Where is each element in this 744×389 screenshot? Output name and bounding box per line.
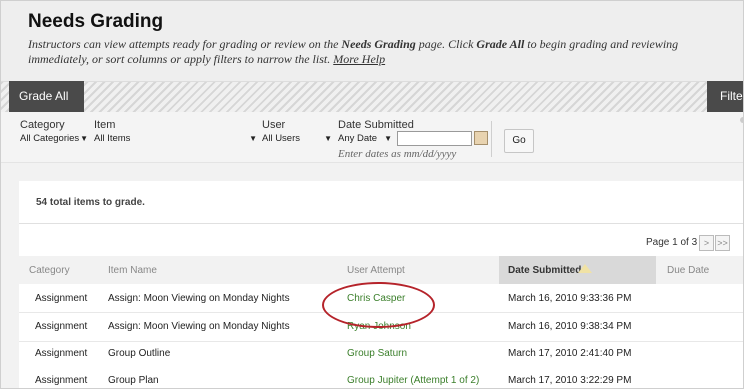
needs-grading-page: Needs Grading Instructors can view attem… — [0, 0, 744, 389]
date-submitted-label: Date Submitted — [508, 265, 582, 276]
date-input[interactable] — [397, 131, 472, 146]
category-select[interactable]: All Categories ▼ — [20, 132, 90, 146]
chevron-down-icon: ▼ — [249, 134, 257, 143]
page-indicator: Page 1 of 3 — [646, 237, 698, 248]
go-button[interactable]: Go — [504, 129, 534, 153]
chevron-down-icon: ▼ — [384, 134, 392, 143]
row-date-submitted: March 17, 2010 2:41:40 PM — [508, 348, 632, 359]
row-item-name: Assign: Moon Viewing on Monday Nights — [108, 321, 290, 332]
desc-emphasis-needs-grading: Needs Grading — [341, 37, 416, 51]
row-item-name: Group Plan — [108, 375, 159, 386]
row-item-name: Group Outline — [108, 348, 171, 359]
category-select-value: All Categories — [20, 133, 80, 144]
chevron-down-icon: ▼ — [324, 134, 332, 143]
desc-text: Instructors can view attempts ready for … — [28, 37, 342, 51]
row-category: Assignment — [35, 375, 88, 386]
date-operator-select[interactable]: Any Date ▼ — [338, 132, 394, 146]
desc-emphasis-grade-all: Grade All — [476, 37, 525, 51]
filter-button[interactable]: Filter — [707, 81, 743, 112]
column-header-item-name[interactable]: Item Name — [108, 265, 157, 276]
total-items-count: 54 total items to grade. — [36, 197, 145, 208]
row-user-attempt-link[interactable]: Group Jupiter (Attempt 1 of 2) — [347, 375, 479, 386]
item-filter-label: Item — [94, 119, 116, 131]
row-date-submitted: March 16, 2010 9:33:36 PM — [508, 293, 632, 304]
column-header-user-attempt[interactable]: User Attempt — [347, 265, 405, 276]
divider — [19, 223, 743, 224]
date-filter-label: Date Submitted — [338, 119, 414, 131]
annotation-circle — [322, 282, 435, 328]
date-operator-value: Any Date — [338, 133, 378, 144]
sort-ascending-icon — [578, 264, 592, 273]
desc-text: page. Click — [415, 37, 477, 51]
item-select-value: All Items — [94, 133, 131, 144]
page-header: Needs Grading Instructors can view attem… — [1, 1, 743, 81]
row-date-submitted: March 16, 2010 9:38:34 PM — [508, 321, 632, 332]
panel-handle-icon — [740, 117, 743, 123]
more-help-link[interactable]: More Help — [333, 52, 385, 66]
page-description: Instructors can view attempts ready for … — [28, 37, 733, 67]
row-category: Assignment — [35, 293, 88, 304]
grade-all-button[interactable]: Grade All — [9, 81, 84, 112]
row-item-name: Assign: Moon Viewing on Monday Nights — [108, 293, 290, 304]
user-select-value: All Users — [262, 133, 301, 144]
row-category: Assignment — [35, 348, 88, 359]
category-filter-label: Category — [20, 119, 65, 131]
date-format-hint: Enter dates as mm/dd/yyyy — [338, 148, 457, 160]
row-user-attempt-link[interactable]: Group Saturn — [347, 348, 407, 359]
chevron-down-icon: ▼ — [80, 134, 88, 143]
column-header-category[interactable]: Category — [29, 265, 70, 276]
next-page-button[interactable]: > — [699, 235, 714, 251]
user-filter-label: User — [262, 119, 286, 131]
item-select[interactable]: All Items ▼ — [94, 132, 259, 146]
last-page-button[interactable]: >> — [715, 235, 730, 251]
column-header-due-date[interactable]: Due Date — [667, 265, 709, 276]
filter-divider — [491, 121, 492, 157]
row-category: Assignment — [35, 321, 88, 332]
row-date-submitted: March 17, 2010 3:22:29 PM — [508, 375, 632, 386]
user-select[interactable]: All Users ▼ — [262, 132, 334, 146]
calendar-icon[interactable] — [474, 131, 488, 145]
action-bar — [1, 81, 743, 112]
page-title: Needs Grading — [28, 11, 164, 32]
